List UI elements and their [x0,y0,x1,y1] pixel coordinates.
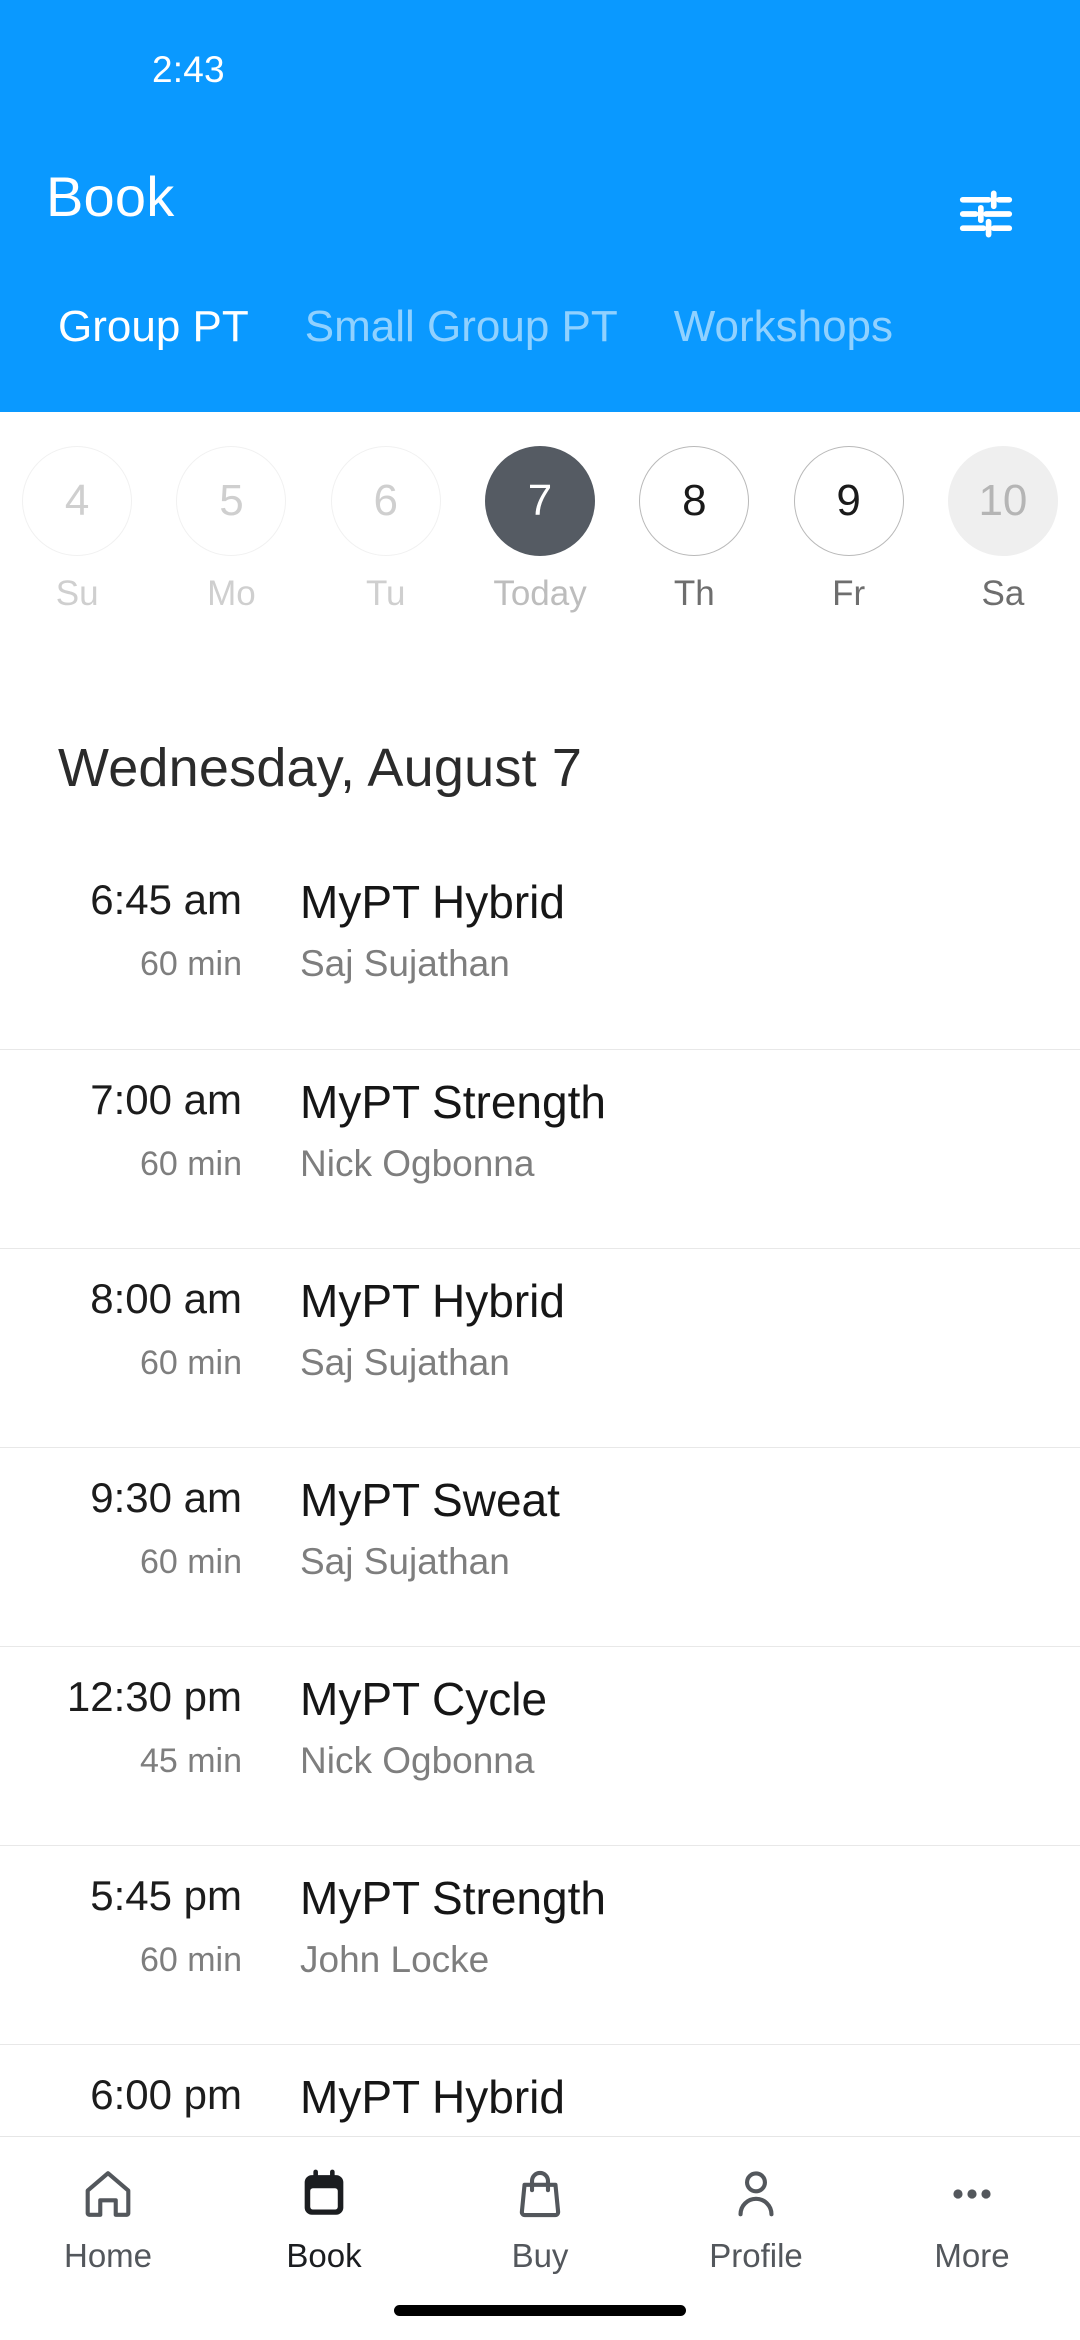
status-bar-clock: 2:43 [152,49,225,90]
date-number: 5 [176,446,287,556]
date-cell-5[interactable]: 5 Mo [154,446,308,614]
app-screen: 2:43 Book Group PT Small Group PT Worksh… [0,0,1080,2340]
date-cell-9[interactable]: 9 Fr [771,446,925,614]
class-instructor: Saj Sujathan [300,1541,510,1582]
class-list-item[interactable]: 8:00 am 60 min MyPT Hybrid Saj Sujathan [0,1248,1080,1447]
app-bar: Book [0,118,1080,294]
status-bar: 2:43 [0,0,1080,118]
category-tabs: Group PT Small Group PT Workshops [0,300,1080,412]
date-cell-8[interactable]: 8 Th [617,446,771,614]
bag-icon [511,2163,569,2225]
class-time-column: 6:45 am 60 min [0,874,300,984]
class-time: 7:00 am [90,1076,242,1123]
date-weekday: Mo [207,574,256,613]
nav-label: Book [286,2237,362,2274]
class-list-item[interactable]: 5:45 pm 60 min MyPT Strength John Locke [0,1845,1080,2044]
class-name: MyPT Sweat [300,1474,560,1526]
home-icon [79,2163,137,2225]
class-time-column: 12:30 pm 45 min [0,1671,300,1781]
class-duration: 60 min [139,1941,242,1979]
class-name: MyPT Hybrid [300,876,565,928]
date-cell-4[interactable]: 4 Su [0,446,154,614]
class-duration: 60 min [139,1145,242,1183]
date-weekday: Today [493,574,587,613]
date-number: 9 [793,446,904,556]
date-cell-7-today[interactable]: 7 Today [463,446,617,614]
tab-group-pt[interactable]: Group PT [30,300,277,354]
date-weekday: Tu [365,574,406,613]
calendar-icon [295,2163,353,2225]
date-weekday: Sa [981,574,1025,613]
class-info-column: MyPT Strength Nick Ogbonna [300,1074,1080,1186]
class-time: 9:30 am [90,1474,242,1521]
person-icon [727,2163,785,2225]
class-name: MyPT Hybrid [300,2071,565,2123]
class-info-column: MyPT Hybrid Saj Sujathan [300,874,1080,986]
filter-button[interactable] [948,176,1024,252]
class-time: 8:00 am [90,1275,242,1322]
class-time-column: 5:45 pm 60 min [0,1870,300,1980]
nav-item-buy[interactable]: Buy [432,2163,648,2275]
class-time: 12:30 pm [66,1673,242,1720]
class-duration: 60 min [139,1543,242,1581]
class-name: MyPT Strength [300,1872,606,1924]
class-list-item[interactable]: 6:00 pm MyPT Hybrid [0,2044,1080,2136]
class-duration: 60 min [139,945,242,983]
selected-day-heading: Wednesday, August 7 [58,738,583,798]
date-number: 10 [947,446,1058,556]
class-time: 5:45 pm [90,1872,242,1919]
nav-label: More [934,2237,1010,2274]
class-instructor: Saj Sujathan [300,1342,510,1383]
class-instructor: Saj Sujathan [300,943,510,984]
class-name: MyPT Cycle [300,1673,548,1725]
class-list-item[interactable]: 7:00 am 60 min MyPT Strength Nick Ogbonn… [0,1049,1080,1248]
class-list-item[interactable]: 12:30 pm 45 min MyPT Cycle Nick Ogbonna [0,1646,1080,1845]
home-indicator[interactable] [394,2305,686,2316]
nav-item-more[interactable]: More [864,2163,1080,2275]
class-info-column: MyPT Cycle Nick Ogbonna [300,1671,1080,1783]
nav-item-book[interactable]: Book [216,2163,432,2275]
class-instructor: Nick Ogbonna [300,1740,535,1781]
date-selector-strip: 4 Su 5 Mo 6 Tu 7 Today 8 Th 9 Fr 10 Sa [0,412,1080,660]
app-header: 2:43 Book Group PT Small Group PT Worksh… [0,0,1080,412]
class-name: MyPT Hybrid [300,1275,565,1327]
class-schedule-list[interactable]: 6:45 am 60 min MyPT Hybrid Saj Sujathan … [0,850,1080,2136]
class-info-column: MyPT Hybrid [300,2069,1080,2136]
date-number: 7 [485,446,596,556]
date-cell-10[interactable]: 10 Sa [926,446,1080,614]
class-time-column: 9:30 am 60 min [0,1472,300,1582]
date-cell-6[interactable]: 6 Tu [309,446,463,614]
nav-label: Home [63,2237,153,2274]
class-info-column: MyPT Hybrid Saj Sujathan [300,1273,1080,1385]
date-weekday: Th [673,574,715,613]
class-time: 6:45 am [90,876,242,923]
class-info-column: MyPT Strength John Locke [300,1870,1080,1982]
nav-label: Buy [511,2237,569,2274]
date-weekday: Su [55,574,99,613]
class-list-item[interactable]: 6:45 am 60 min MyPT Hybrid Saj Sujathan [0,850,1080,1049]
class-time-column: 6:00 pm [0,2069,300,2136]
tab-workshops[interactable]: Workshops [646,300,921,354]
nav-item-profile[interactable]: Profile [648,2163,864,2275]
class-name: MyPT Strength [300,1076,606,1128]
class-time: 6:00 pm [90,2071,242,2118]
date-number: 6 [330,446,441,556]
page-title: Book [46,165,175,228]
date-number: 8 [639,446,750,556]
class-time-column: 7:00 am 60 min [0,1074,300,1184]
class-info-column: MyPT Sweat Saj Sujathan [300,1472,1080,1584]
class-list-item[interactable]: 9:30 am 60 min MyPT Sweat Saj Sujathan [0,1447,1080,1646]
class-instructor: John Locke [300,1939,490,1980]
class-time-column: 8:00 am 60 min [0,1273,300,1383]
class-duration: 45 min [139,1742,242,1780]
class-instructor: Nick Ogbonna [300,1143,535,1184]
tab-small-group-pt[interactable]: Small Group PT [277,300,646,354]
date-weekday: Fr [832,574,866,613]
ellipsis-icon [943,2163,1001,2225]
date-number: 4 [22,446,133,556]
class-duration: 60 min [139,1344,242,1382]
nav-label: Profile [709,2237,803,2274]
tune-sliders-icon [955,183,1017,245]
nav-item-home[interactable]: Home [0,2163,216,2275]
